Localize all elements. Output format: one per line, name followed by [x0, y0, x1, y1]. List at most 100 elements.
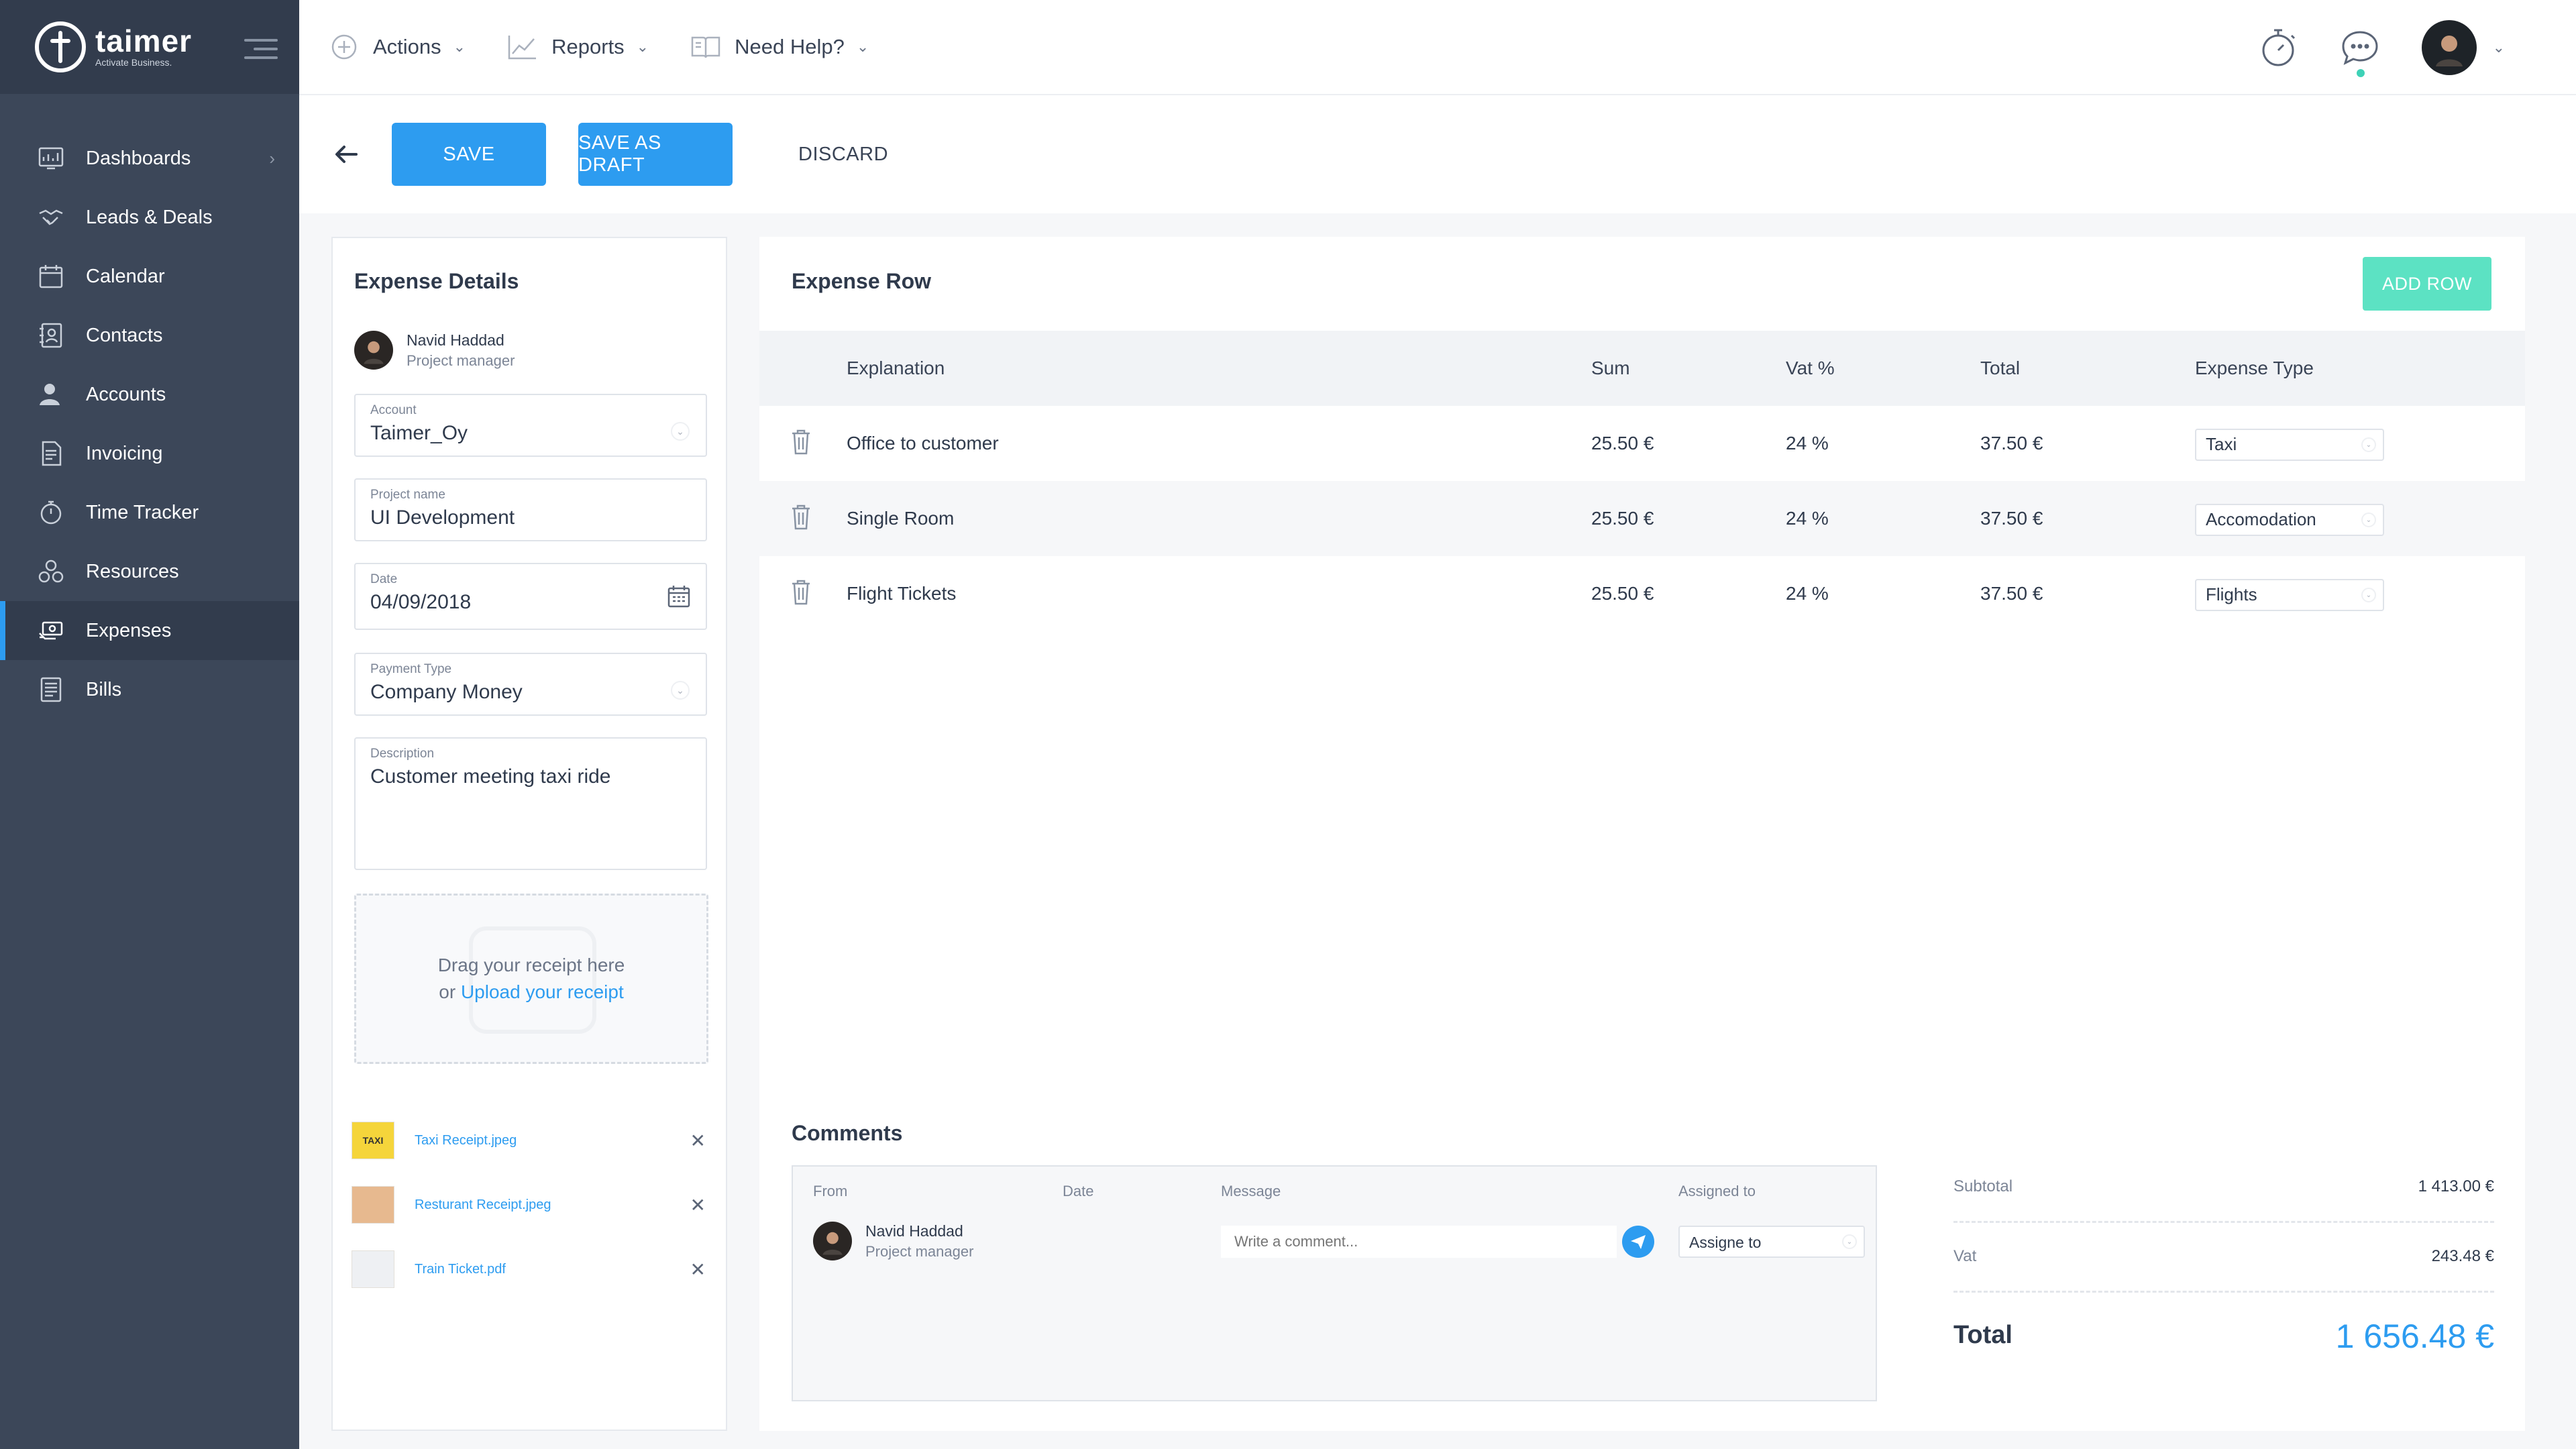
owner-info: Navid Haddad Project manager	[407, 331, 515, 370]
top-menu: Actions ⌄ Reports ⌄ Need Help? ⌄	[329, 32, 910, 62]
select-value: Accomodation	[2206, 509, 2316, 529]
project-name-field[interactable]: Project name UI Development	[354, 478, 707, 541]
subtotal-value: 1 413.00 €	[2418, 1177, 2494, 1195]
sidebar-item-bills[interactable]: Bills	[0, 660, 299, 719]
save-draft-button[interactable]: SAVE AS DRAFT	[578, 123, 733, 186]
date-field[interactable]: Date 04/09/2018	[354, 563, 707, 630]
column-total: Total	[1980, 358, 2021, 378]
chevron-down-icon: ⌄	[1842, 1234, 1857, 1249]
expense-type-select[interactable]: Taxi ⌄	[2195, 429, 2384, 461]
sidebar-item-resources[interactable]: Resources	[0, 542, 299, 601]
upload-receipt-link[interactable]: your receipt	[525, 981, 623, 1002]
sidebar-item-leads-deals[interactable]: Leads & Deals	[0, 188, 299, 247]
cell-explanation[interactable]: Flight Tickets	[847, 583, 956, 604]
column-explanation: Explanation	[847, 358, 945, 378]
file-link[interactable]: Train Ticket.pdf	[415, 1262, 506, 1277]
chevron-right-icon: ›	[269, 148, 275, 168]
cell-explanation[interactable]: Office to customer	[847, 433, 999, 454]
sidebar-item-invoicing[interactable]: Invoicing	[0, 424, 299, 483]
vat-label: Vat	[1953, 1247, 1977, 1265]
cell-vat[interactable]: 24 %	[1786, 508, 1829, 529]
sidebar-item-label: Accounts	[86, 383, 166, 405]
taimer-logo-icon[interactable]	[35, 21, 86, 72]
trash-icon[interactable]	[790, 429, 812, 460]
expense-type-select[interactable]: Flights ⌄	[2195, 579, 2384, 611]
sidebar-item-accounts[interactable]: Accounts	[0, 365, 299, 424]
sidebar-item-contacts[interactable]: Contacts	[0, 306, 299, 365]
dashboard-icon	[38, 145, 64, 172]
sidebar-item-label: Calendar	[86, 265, 165, 287]
totals-summary: Subtotal 1 413.00 € Vat 243.48 € Total 1…	[1953, 1153, 2494, 1366]
timer-icon[interactable]	[2258, 28, 2298, 68]
chat-icon[interactable]	[2340, 28, 2380, 77]
calendar-icon[interactable]	[667, 584, 691, 612]
sidebar-item-time-tracker[interactable]: Time Tracker	[0, 483, 299, 542]
field-value: Taimer_Oy	[370, 422, 468, 444]
help-menu[interactable]: Need Help? ⌄	[690, 32, 869, 62]
field-value: Company Money	[370, 681, 523, 703]
brand: taimer Activate Business.	[0, 0, 299, 94]
receipt-file-list: TAXI Taxi Receipt.jpeg ✕ Resturant Recei…	[352, 1108, 710, 1301]
top-right-controls: ⌄	[2216, 20, 2505, 77]
handshake-icon	[38, 204, 64, 231]
receipt-dropzone[interactable]: Drag your receipt here or Upload your re…	[354, 894, 708, 1064]
column-from: From	[813, 1183, 848, 1199]
assignee-select[interactable]: Assigne to ⌄	[1678, 1226, 1865, 1258]
cell-explanation[interactable]: Single Room	[847, 508, 954, 529]
close-icon[interactable]: ✕	[690, 1194, 706, 1216]
account-select[interactable]: Account Taimer_Oy ⌄	[354, 394, 707, 457]
resources-icon	[38, 558, 64, 585]
sidebar-item-label: Contacts	[86, 324, 163, 346]
file-link[interactable]: Taxi Receipt.jpeg	[415, 1133, 517, 1148]
discard-button[interactable]: DISCARD	[798, 144, 888, 166]
file-thumbnail: TAXI	[352, 1122, 394, 1159]
comments-title: Comments	[792, 1121, 903, 1145]
sidebar-item-expenses[interactable]: Expenses	[0, 601, 299, 660]
reports-menu[interactable]: Reports ⌄	[507, 32, 649, 62]
trash-icon[interactable]	[790, 579, 812, 610]
save-button[interactable]: SAVE	[392, 123, 546, 186]
chevron-down-icon: ⌄	[2361, 513, 2376, 527]
expense-type-select[interactable]: Accomodation ⌄	[2195, 504, 2384, 536]
field-label: Account	[370, 403, 417, 417]
field-value: Customer meeting taxi ride	[370, 765, 611, 788]
menu-toggle-icon[interactable]	[244, 39, 278, 65]
dropzone-text: Drag your receipt here	[437, 955, 625, 975]
sidebar-item-label: Leads & Deals	[86, 206, 213, 228]
close-icon[interactable]: ✕	[690, 1130, 706, 1152]
reports-menu-label: Reports	[551, 35, 625, 58]
file-thumbnail	[352, 1186, 394, 1224]
file-link[interactable]: Resturant Receipt.jpeg	[415, 1197, 551, 1213]
upload-link[interactable]: Upload	[461, 981, 521, 1002]
description-field[interactable]: Description Customer meeting taxi ride	[354, 737, 707, 870]
panel-title: Expense Details	[354, 269, 519, 293]
sidebar-item-dashboards[interactable]: Dashboards ›	[0, 129, 299, 188]
add-row-button[interactable]: ADD ROW	[2363, 257, 2491, 311]
field-value: 04/09/2018	[370, 591, 472, 613]
chevron-down-icon: ⌄	[453, 38, 466, 55]
chevron-down-icon: ⌄	[636, 38, 649, 55]
cell-sum[interactable]: 25.50 €	[1591, 583, 1654, 604]
cell-vat[interactable]: 24 %	[1786, 583, 1829, 604]
close-icon[interactable]: ✕	[690, 1258, 706, 1281]
chevron-down-icon[interactable]: ⌄	[2493, 39, 2505, 56]
total-value: 1 656.48 €	[2335, 1318, 2494, 1355]
cell-sum[interactable]: 25.50 €	[1591, 508, 1654, 529]
sidebar-item-calendar[interactable]: Calendar	[0, 247, 299, 306]
user-avatar[interactable]	[2421, 20, 2477, 75]
list-item: Train Ticket.pdf ✕	[352, 1237, 710, 1301]
list-item: Resturant Receipt.jpeg ✕	[352, 1173, 710, 1237]
owner-role: Project manager	[407, 352, 515, 369]
dropzone-upload-line: or Upload your receipt	[439, 979, 624, 1006]
comment-input[interactable]	[1221, 1226, 1617, 1258]
trash-icon[interactable]	[790, 504, 812, 535]
avatar	[354, 331, 393, 370]
actions-menu[interactable]: Actions ⌄	[329, 32, 466, 62]
cell-total: 37.50 €	[1980, 433, 2043, 453]
chart-icon	[507, 32, 538, 62]
send-icon[interactable]	[1622, 1226, 1654, 1258]
payment-type-select[interactable]: Payment Type Company Money ⌄	[354, 653, 707, 716]
cell-sum[interactable]: 25.50 €	[1591, 433, 1654, 454]
cell-vat[interactable]: 24 %	[1786, 433, 1829, 454]
back-arrow-icon[interactable]	[331, 140, 361, 169]
